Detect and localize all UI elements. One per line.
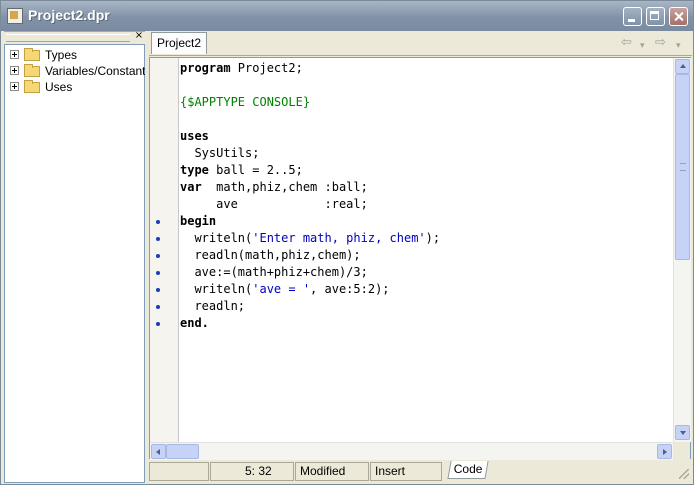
- tree-item-label: Types: [45, 48, 78, 62]
- editor-gutter[interactable]: [150, 58, 179, 442]
- code-text: SysUtils;: [180, 146, 260, 160]
- keyword: begin: [180, 214, 217, 228]
- expand-plus-icon[interactable]: +: [10, 82, 19, 91]
- scroll-up-arrow-icon[interactable]: [675, 59, 690, 74]
- code-line[interactable]: program Project2;: [180, 60, 303, 77]
- ide-window: Project2.dpr × + Types + Variables/Constant…: [0, 0, 694, 485]
- explorer-grab-bar[interactable]: [4, 31, 145, 43]
- horizontal-scrollbar[interactable]: [150, 442, 673, 460]
- expand-plus-icon[interactable]: +: [10, 66, 19, 75]
- tree-item[interactable]: + Types: [9, 47, 145, 63]
- keyword: program: [180, 61, 231, 75]
- code-text: );: [425, 231, 441, 245]
- title-bar[interactable]: Project2.dpr: [1, 1, 693, 31]
- code-line[interactable]: ave:=(math+phiz+chem)/3;: [180, 264, 368, 281]
- code-tab-label: Code: [453, 462, 483, 476]
- horizontal-scroll-thumb[interactable]: [166, 444, 199, 459]
- code-line[interactable]: writeln('ave = ', ave:5:2);: [180, 281, 390, 298]
- insert-mode-indicator[interactable]: Insert: [370, 462, 442, 481]
- executable-line-dot-icon[interactable]: [156, 322, 160, 326]
- editor-tab-bar: Project2 ⇦ ▾ ⇨ ▾: [149, 31, 692, 56]
- code-text: Project2;: [230, 61, 303, 75]
- string-literal: 'ave = ': [252, 282, 311, 296]
- code-text: readln;: [180, 299, 246, 313]
- forward-arrow-icon[interactable]: ⇨: [655, 36, 666, 50]
- status-empty-cell: [149, 462, 209, 481]
- code-line[interactable]: writeln('Enter math, phiz, chem');: [180, 230, 440, 247]
- code-line[interactable]: uses: [180, 128, 209, 145]
- back-arrow-icon[interactable]: ⇦: [621, 36, 632, 50]
- code-line[interactable]: SysUtils;: [180, 145, 259, 162]
- code-text: , ave:5:2);: [310, 282, 390, 296]
- modified-indicator: Modified: [295, 462, 369, 481]
- code-text: math,phiz,chem :ball;: [201, 180, 368, 194]
- folder-icon: [24, 80, 40, 93]
- explorer-close-icon[interactable]: ×: [134, 31, 144, 41]
- scroll-right-arrow-icon[interactable]: [657, 444, 672, 459]
- keyword: type: [180, 163, 209, 177]
- expand-plus-icon[interactable]: +: [10, 50, 19, 59]
- code-text: writeln(: [180, 282, 253, 296]
- window-title: Project2.dpr: [28, 7, 110, 23]
- keyword: var: [180, 180, 202, 194]
- code-line[interactable]: begin: [180, 213, 216, 230]
- code-text: writeln(: [180, 231, 253, 245]
- vertical-scrollbar[interactable]: [673, 58, 691, 442]
- scrollbar-corner: [673, 442, 690, 459]
- code-line[interactable]: {$APPTYPE CONSOLE}: [180, 94, 310, 111]
- tree-item[interactable]: + Variables/Constants: [9, 63, 152, 79]
- code-text: ave :real;: [180, 197, 368, 211]
- scroll-left-arrow-icon[interactable]: [151, 444, 166, 459]
- minimize-button[interactable]: [623, 7, 642, 26]
- forward-history-chevron-icon[interactable]: ▾: [676, 39, 681, 53]
- code-line[interactable]: end.: [180, 315, 209, 332]
- code-line[interactable]: var math,phiz,chem :ball;: [180, 179, 368, 196]
- executable-line-dot-icon[interactable]: [156, 271, 160, 275]
- scroll-down-arrow-icon[interactable]: [675, 425, 690, 440]
- code-text: ave:=(math+phiz+chem)/3;: [180, 265, 368, 279]
- code-line[interactable]: readln(math,phiz,chem);: [180, 247, 361, 264]
- cursor-position: 5: 32: [210, 462, 294, 481]
- executable-line-dot-icon[interactable]: [156, 237, 160, 241]
- tab-code-view[interactable]: Code: [447, 461, 489, 479]
- back-history-chevron-icon[interactable]: ▾: [640, 39, 645, 53]
- folder-icon: [24, 48, 40, 61]
- code-line[interactable]: ave :real;: [180, 196, 368, 213]
- compiler-directive: {$APPTYPE CONSOLE}: [180, 95, 311, 109]
- executable-line-dot-icon[interactable]: [156, 305, 160, 309]
- close-button[interactable]: [669, 7, 688, 26]
- executable-line-dot-icon[interactable]: [156, 220, 160, 224]
- vertical-scroll-thumb[interactable]: [675, 74, 690, 260]
- tree-item[interactable]: + Uses: [9, 79, 145, 95]
- executable-line-dot-icon[interactable]: [156, 288, 160, 292]
- code-text: readln(math,phiz,chem);: [180, 248, 361, 262]
- keyword: end.: [180, 316, 209, 330]
- tree-item-label: Uses: [45, 80, 73, 94]
- code-explorer: × + Types + Variables/Constants + Uses: [4, 31, 152, 483]
- string-literal: 'Enter math, phiz, chem': [252, 231, 426, 245]
- code-line[interactable]: type ball = 2..5;: [180, 162, 303, 179]
- code-line[interactable]: readln;: [180, 298, 245, 315]
- executable-line-dot-icon[interactable]: [156, 254, 160, 258]
- maximize-button[interactable]: [646, 7, 665, 26]
- code-text: ball = 2..5;: [208, 163, 303, 177]
- resize-grip-icon[interactable]: [677, 467, 689, 479]
- project-file-icon[interactable]: [7, 8, 23, 24]
- tab-project2[interactable]: Project2: [151, 32, 208, 54]
- tree-item-label: Variables/Constants: [45, 64, 152, 78]
- explorer-tree[interactable]: + Types + Variables/Constants + Uses: [4, 44, 152, 483]
- folder-icon: [24, 64, 40, 77]
- status-bar: 5: 32 Modified Insert Code: [149, 461, 692, 483]
- code-editor[interactable]: program Project2; {$APPTYPE CONSOLE} uses …: [149, 57, 691, 460]
- keyword: uses: [180, 129, 209, 143]
